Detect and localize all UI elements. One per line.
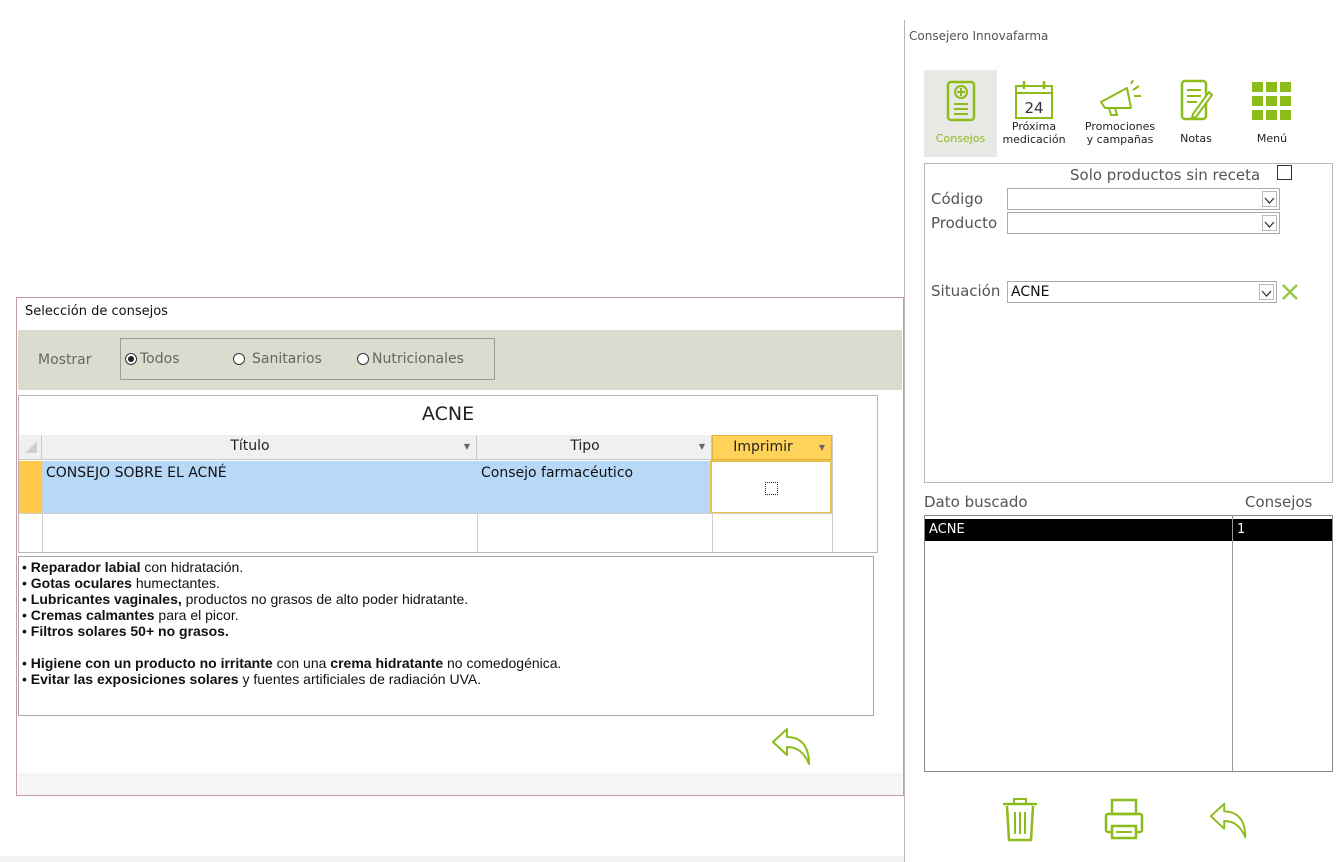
- column-header-imprimir[interactable]: Imprimir ▼: [712, 435, 832, 460]
- toolbar-label: Notas: [1180, 132, 1212, 145]
- dropdown-arrow-icon[interactable]: ▼: [464, 442, 470, 451]
- printer-icon: [1104, 798, 1144, 840]
- grid-menu-icon: [1252, 82, 1291, 120]
- undo-arrow-icon: [1209, 802, 1247, 839]
- seleccion-consejos-window: Selección de consejos Mostrar Todos Sani…: [16, 297, 904, 796]
- radio-nutricionales-label: Nutricionales: [372, 351, 464, 367]
- solo-sin-receta-checkbox[interactable]: [1277, 165, 1292, 180]
- dropdown-arrow-icon[interactable]: ▼: [819, 443, 825, 452]
- situacion-combo[interactable]: ACNE: [1007, 281, 1277, 303]
- advice-line: • Lubricantes vaginales, productos no gr…: [22, 591, 469, 607]
- result-dato: ACNE: [929, 522, 965, 537]
- cell-imprimir[interactable]: [710, 460, 832, 514]
- column-header-tipo[interactable]: Tipo ▼: [477, 435, 712, 460]
- corner-triangle-icon: [25, 441, 37, 453]
- column-header-label: Título: [230, 438, 270, 454]
- situacion-label: Situación: [931, 282, 1001, 300]
- radio-todos-label: Todos: [140, 351, 180, 367]
- divider: [477, 461, 478, 552]
- toolbar-consejos[interactable]: Consejos: [924, 70, 997, 157]
- col-consejos: Consejos: [1245, 493, 1313, 511]
- filter-band: Mostrar Todos Sanitarios Nutricionales: [18, 330, 902, 390]
- divider: [42, 461, 43, 552]
- calendar-day: 24: [1024, 99, 1043, 117]
- clear-icon[interactable]: [1280, 282, 1300, 302]
- consejos-grid: ACNE Título ▼ Tipo ▼ Imprimir ▼ CONSEJO …: [18, 395, 878, 553]
- select-all-corner[interactable]: [19, 435, 42, 460]
- back-button[interactable]: [1207, 800, 1251, 846]
- advice-line: • Cremas calmantes para el picor.: [22, 607, 239, 623]
- footer-band: [18, 773, 902, 795]
- advice-line: • Higiene con un producto no irritante c…: [22, 655, 562, 671]
- advice-line: • Evitar las exposiciones solares y fuen…: [22, 671, 482, 687]
- toolbar-label: Promociones y campañas: [1084, 120, 1156, 146]
- row-selector[interactable]: [19, 461, 42, 513]
- consejero-window: Consejero Innovafarma Consejos 24 Próxim…: [904, 20, 1344, 862]
- back-button[interactable]: [769, 726, 815, 772]
- advice-line: • Filtros solares 50+ no grasos.: [22, 623, 229, 639]
- window-title: Selección de consejos: [25, 304, 168, 319]
- codigo-combo[interactable]: [1007, 188, 1280, 210]
- grid-caption: ACNE: [421, 403, 475, 425]
- toolbar-label: Menú: [1256, 132, 1288, 145]
- codigo-label: Código: [931, 190, 984, 208]
- result-consejos: 1: [1237, 522, 1246, 537]
- cell-tipo[interactable]: Consejo farmacéutico: [481, 465, 633, 481]
- toolbar-label: Próxima medicación: [1002, 120, 1066, 146]
- advice-line: • Gotas oculares humectantes.: [22, 575, 220, 591]
- column-header-label: Tipo: [570, 438, 600, 454]
- radio-selected-icon: [125, 353, 137, 365]
- cell-titulo[interactable]: CONSEJO SOBRE EL ACNÉ: [46, 465, 227, 481]
- producto-combo[interactable]: [1007, 212, 1280, 234]
- solo-sin-receta-label: Solo productos sin receta: [1070, 166, 1261, 184]
- advice-line: • Reparador labial con hidratación.: [22, 559, 244, 575]
- notes-icon: [1180, 79, 1213, 121]
- situacion-value: ACNE: [1011, 284, 1050, 300]
- delete-button[interactable]: [1000, 796, 1040, 848]
- divider: [712, 513, 713, 552]
- toolbar-promociones[interactable]: Promociones y campañas: [1077, 70, 1163, 157]
- megaphone-icon: [1100, 79, 1141, 116]
- search-filters: Solo productos sin receta Código Product…: [924, 163, 1333, 483]
- producto-label: Producto: [931, 214, 998, 232]
- dropdown-arrow-icon[interactable]: ▼: [699, 442, 705, 451]
- radio-nutricionales[interactable]: Nutricionales: [357, 351, 464, 367]
- chevron-down-icon[interactable]: [1262, 215, 1277, 231]
- divider: [832, 435, 833, 552]
- radio-unselected-icon: [233, 353, 245, 365]
- undo-arrow-icon: [772, 728, 810, 765]
- mostrar-option-group: Todos Sanitarios Nutricionales: [120, 338, 495, 380]
- toolbar-notas[interactable]: Notas: [1171, 70, 1221, 157]
- toolbar-label: Consejos: [935, 132, 986, 145]
- radio-sanitarios[interactable]: Sanitarios: [233, 351, 322, 367]
- column-header-label: Imprimir: [733, 439, 793, 455]
- list-item[interactable]: ACNE 1: [925, 519, 1332, 541]
- print-button[interactable]: [1103, 796, 1145, 846]
- chevron-down-icon[interactable]: [1259, 284, 1274, 300]
- results-grid: ACNE 1: [924, 515, 1333, 772]
- radio-unselected-icon: [357, 353, 369, 365]
- chevron-down-icon[interactable]: [1262, 191, 1277, 207]
- divider: [19, 513, 832, 514]
- document-plus-icon: [946, 80, 975, 122]
- divider: [1232, 516, 1233, 771]
- col-dato-buscado: Dato buscado: [924, 493, 1028, 511]
- mostrar-label: Mostrar: [38, 352, 92, 368]
- column-header-titulo[interactable]: Título ▼: [42, 435, 477, 460]
- background-strip: [0, 856, 904, 862]
- radio-sanitarios-label: Sanitarios: [252, 351, 322, 367]
- radio-todos[interactable]: Todos: [125, 351, 179, 367]
- advice-text-area[interactable]: • Reparador labial con hidratación. • Go…: [18, 556, 874, 716]
- window-title: Consejero Innovafarma: [909, 29, 1049, 43]
- toolbar-menu[interactable]: Menú: [1242, 70, 1302, 157]
- trash-icon: [1003, 798, 1037, 842]
- imprimir-checkbox[interactable]: [765, 482, 778, 495]
- toolbar-proxima-medicacion[interactable]: 24 Próxima medicación: [1001, 70, 1067, 157]
- calendar-24-icon: 24: [1015, 81, 1053, 119]
